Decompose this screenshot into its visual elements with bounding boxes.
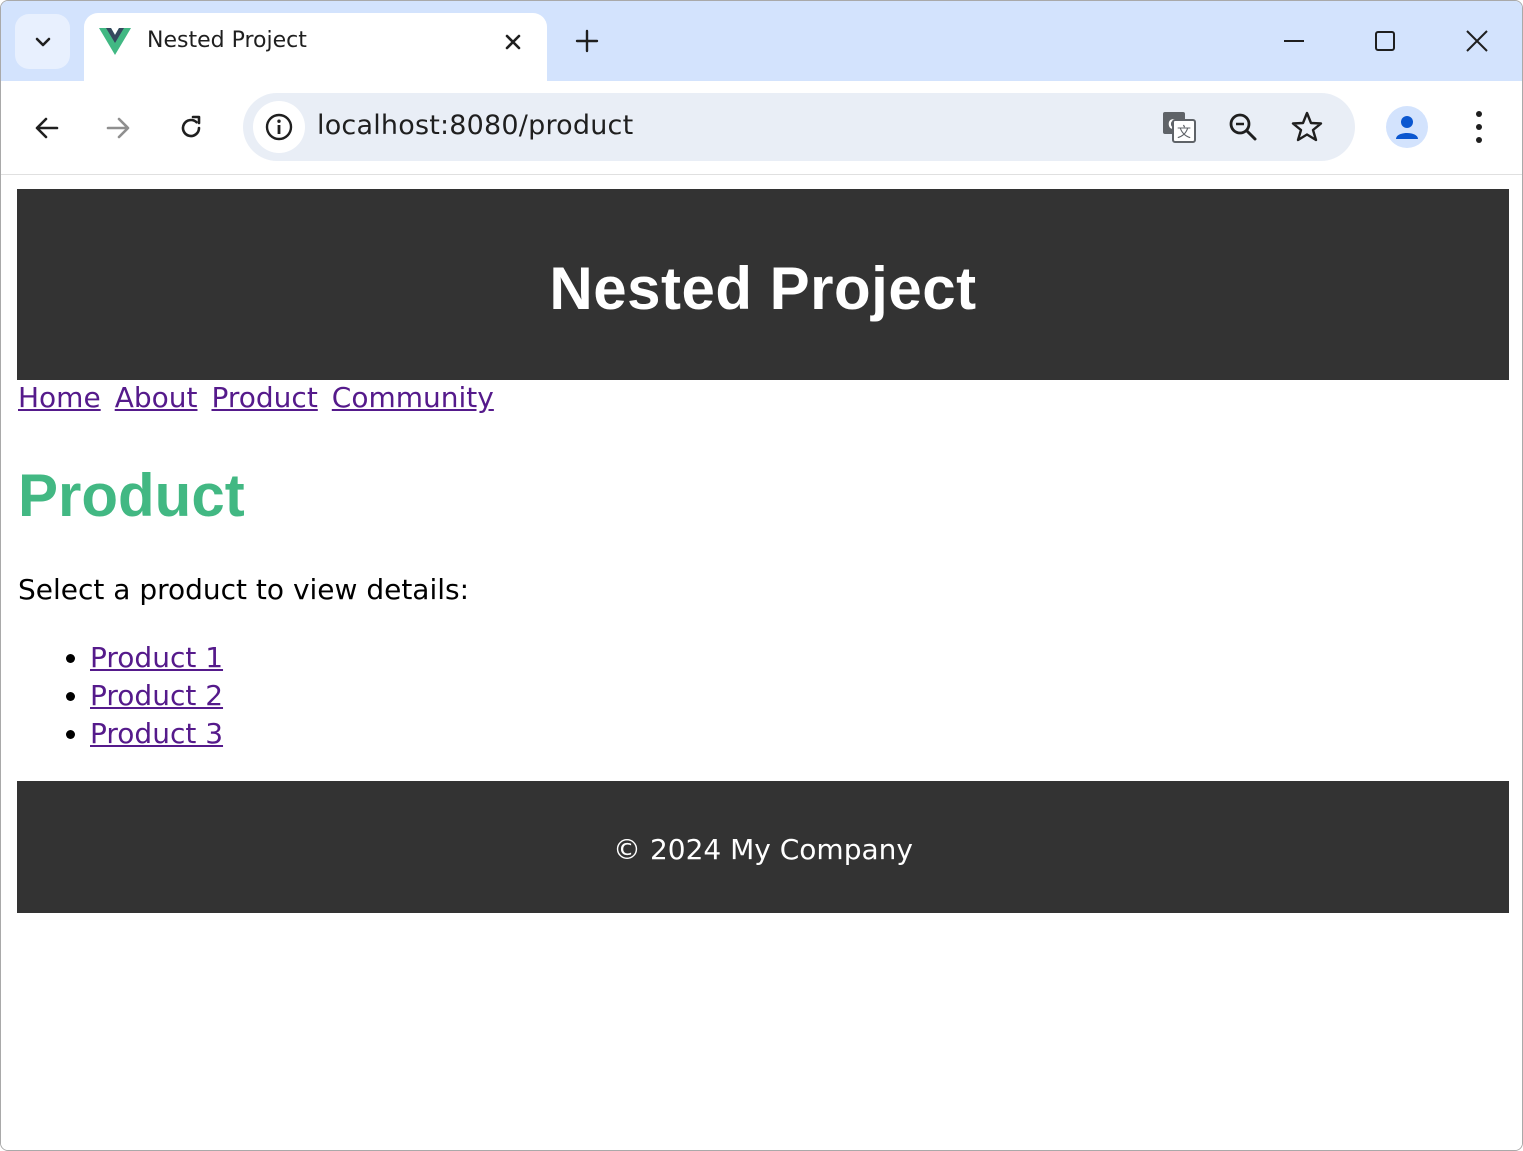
reload-icon xyxy=(181,115,201,138)
browser-window: Nested Project localhost:8080/product 文 … xyxy=(0,0,1523,1151)
window-close-button[interactable] xyxy=(1457,21,1497,61)
product-link-2[interactable]: Product 2 xyxy=(90,679,223,712)
product-link-1[interactable]: Product 1 xyxy=(90,641,223,674)
vue-logo-icon xyxy=(99,28,131,55)
list-item: Product 3 xyxy=(90,715,223,753)
product-link-3[interactable]: Product 3 xyxy=(90,717,223,750)
intro-text: Select a product to view details: xyxy=(18,573,470,606)
new-tab-button[interactable] xyxy=(569,23,605,59)
browser-menu-button[interactable] xyxy=(1459,105,1499,149)
minimize-icon xyxy=(1284,40,1304,42)
window-close-icon xyxy=(1466,30,1488,52)
zoom-icon xyxy=(1229,113,1257,141)
back-button[interactable] xyxy=(24,105,70,151)
zoom-button[interactable] xyxy=(1223,107,1263,147)
active-tab[interactable]: Nested Project xyxy=(84,13,547,81)
title-bar: Nested Project xyxy=(1,1,1522,81)
site-info-icon xyxy=(265,113,293,141)
address-bar[interactable]: localhost:8080/product G 文 xyxy=(243,93,1355,161)
page-heading: Product xyxy=(18,462,245,529)
nav-link-community[interactable]: Community xyxy=(332,381,494,414)
nav-link-about[interactable]: About xyxy=(115,381,198,414)
forward-button[interactable] xyxy=(95,105,141,151)
reload-button[interactable] xyxy=(168,105,214,151)
plus-icon xyxy=(575,29,599,53)
page-viewport: Nested Project Home About Product Community… xyxy=(1,175,1522,1150)
maximize-button[interactable] xyxy=(1365,21,1405,61)
product-list: Product 1 Product 2 Product 3 xyxy=(50,639,223,753)
nav-link-product[interactable]: Product xyxy=(211,381,317,414)
minimize-button[interactable] xyxy=(1274,21,1314,61)
profile-button[interactable] xyxy=(1386,106,1428,148)
svg-text:文: 文 xyxy=(1177,125,1191,141)
tab-title: Nested Project xyxy=(147,28,307,53)
url-text[interactable]: localhost:8080/product xyxy=(317,110,633,141)
translate-button[interactable]: G 文 xyxy=(1159,107,1199,147)
main-nav: Home About Product Community xyxy=(18,381,508,414)
more-menu-icon xyxy=(1476,111,1482,143)
tab-close-button[interactable] xyxy=(498,27,528,57)
site-title: Nested Project xyxy=(549,255,977,322)
list-item: Product 2 xyxy=(90,677,223,715)
site-header: Nested Project xyxy=(17,189,1509,380)
site-footer: © 2024 My Company xyxy=(17,781,1509,913)
close-icon xyxy=(505,34,521,50)
profile-icon xyxy=(1396,116,1418,139)
back-icon xyxy=(35,117,59,139)
bookmark-star-icon xyxy=(1291,111,1323,142)
site-info-button[interactable] xyxy=(253,101,305,153)
browser-toolbar: localhost:8080/product G 文 xyxy=(1,81,1522,175)
list-item: Product 1 xyxy=(90,639,223,677)
nav-link-home[interactable]: Home xyxy=(18,381,101,414)
tab-search-button[interactable] xyxy=(15,14,70,69)
bookmark-button[interactable] xyxy=(1287,107,1327,147)
translate-icon: G 文 xyxy=(1163,112,1196,143)
maximize-icon xyxy=(1375,31,1395,51)
forward-icon xyxy=(106,117,130,139)
footer-text: © 2024 My Company xyxy=(613,832,913,866)
chevron-down-icon xyxy=(35,37,50,46)
